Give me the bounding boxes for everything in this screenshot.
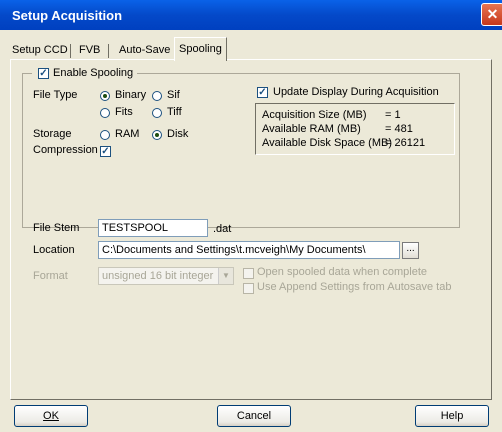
enable-spooling-label: Enable Spooling: [53, 67, 134, 79]
help-button-label: Help: [440, 410, 464, 422]
tab-divider: [108, 44, 109, 58]
ram-radio-label: RAM: [115, 128, 140, 140]
location-label: Location: [33, 244, 75, 256]
avail-ram-label: Available RAM (MB): [262, 123, 361, 135]
update-display-checkbox[interactable]: ✓: [257, 87, 268, 98]
avail-disk-value: = 26121: [385, 137, 426, 149]
sif-radio[interactable]: [152, 91, 162, 101]
file-type-label: File Type: [33, 89, 78, 101]
cancel-button[interactable]: Cancel: [217, 405, 291, 427]
open-spooled-label: Open spooled data when complete: [257, 266, 428, 278]
acq-size-value: = 1: [385, 109, 401, 121]
avail-disk-label: Available Disk Space (MB): [262, 137, 393, 149]
compression-label: Compression: [33, 144, 98, 156]
ram-radio[interactable]: [100, 130, 110, 140]
ok-button-label: OK: [43, 410, 59, 422]
tab-setup-ccd[interactable]: Setup CCD: [8, 41, 72, 59]
browse-button[interactable]: ...: [402, 242, 419, 259]
chevron-down-icon: ▼: [218, 268, 233, 284]
tab-auto-save[interactable]: Auto-Save: [115, 41, 174, 59]
fits-radio[interactable]: [100, 108, 110, 118]
help-button[interactable]: Help: [415, 405, 489, 427]
tab-fvb[interactable]: FVB: [75, 41, 104, 59]
tiff-radio[interactable]: [152, 108, 162, 118]
title-bar: Setup Acquisition ✕: [0, 0, 502, 30]
use-append-label: Use Append Settings from Autosave tab: [257, 281, 452, 293]
binary-radio-label: Binary: [115, 89, 147, 101]
update-display-label: Update Display During Acquisition: [273, 86, 439, 98]
fits-radio-label: Fits: [115, 106, 133, 118]
open-spooled-checkbox[interactable]: [243, 268, 254, 279]
enable-spooling-container[interactable]: ✓ Enable Spooling: [32, 67, 137, 81]
use-append-checkbox[interactable]: [243, 283, 254, 294]
close-icon: ✕: [486, 6, 499, 22]
location-input[interactable]: C:\Documents and Settings\t.mcveigh\My D…: [98, 241, 400, 259]
binary-radio[interactable]: [100, 91, 110, 101]
storage-label: Storage: [33, 128, 72, 140]
file-stem-label: File Stem: [33, 222, 80, 234]
file-stem-input[interactable]: TESTSPOOL: [98, 219, 208, 237]
format-select[interactable]: unsigned 16 bit integer: [98, 267, 234, 285]
close-button[interactable]: ✕: [481, 3, 502, 26]
tab-divider: [70, 44, 71, 58]
file-stem-extension: .dat: [213, 223, 232, 235]
disk-radio-label: Disk: [167, 128, 189, 140]
sif-radio-label: Sif: [167, 89, 180, 101]
window-title: Setup Acquisition: [12, 8, 123, 23]
compression-checkbox[interactable]: ✓: [100, 146, 111, 157]
avail-ram-value: = 481: [385, 123, 413, 135]
tiff-radio-label: Tiff: [167, 106, 182, 118]
disk-radio[interactable]: [152, 130, 162, 140]
format-label: Format: [33, 270, 68, 282]
ok-button[interactable]: OK: [14, 405, 88, 427]
tab-spooling[interactable]: Spooling: [174, 37, 227, 61]
acq-size-label: Acquisition Size (MB): [262, 109, 367, 121]
enable-spooling-checkbox[interactable]: ✓: [38, 68, 49, 79]
cancel-button-label: Cancel: [236, 410, 272, 422]
